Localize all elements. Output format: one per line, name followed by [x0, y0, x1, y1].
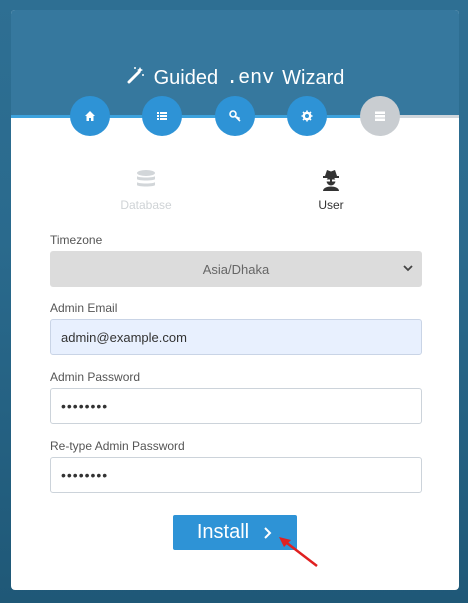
tab-user-label: User	[318, 198, 344, 212]
retype-password-value: ••••••••	[61, 467, 109, 483]
title-prefix: Guided	[153, 66, 219, 89]
annotation-arrow	[279, 537, 318, 567]
title-env: .env	[226, 66, 275, 90]
user-secret-icon	[323, 170, 339, 191]
admin-password-value: ••••••••	[61, 398, 109, 414]
gear-icon	[301, 110, 313, 122]
tab-database-label: Database	[120, 198, 172, 212]
timezone-select[interactable]: Asia/Dhaka	[50, 251, 422, 287]
timezone-label: Timezone	[50, 233, 103, 247]
step-key[interactable]	[215, 96, 255, 136]
admin-email-value: admin@example.com	[61, 329, 187, 345]
tab-database[interactable]: Database	[86, 168, 206, 212]
step-list[interactable]	[142, 96, 182, 136]
step-home[interactable]	[70, 96, 110, 136]
wizard-card: Guided .env Wizard Database User Timezon…	[11, 10, 459, 590]
chevron-right-icon	[264, 526, 272, 539]
retype-password-input[interactable]: ••••••••	[50, 457, 422, 493]
admin-email-input[interactable]: admin@example.com	[50, 319, 422, 355]
list-icon	[157, 112, 167, 120]
admin-password-input[interactable]: ••••••••	[50, 388, 422, 424]
key-icon	[229, 110, 241, 122]
retype-password-label: Re-type Admin Password	[50, 439, 185, 453]
home-icon	[85, 111, 95, 121]
tab-user[interactable]: User	[271, 168, 391, 212]
admin-password-label: Admin Password	[50, 370, 141, 384]
chevron-down-icon	[403, 265, 413, 272]
wizard-subtabs: Database User	[11, 168, 459, 218]
server-icon	[375, 111, 385, 121]
admin-email-label: Admin Email	[50, 301, 118, 315]
step-settings[interactable]	[287, 96, 327, 136]
magic-wand-icon	[126, 65, 146, 91]
timezone-value: Asia/Dhaka	[202, 261, 270, 277]
step-server[interactable]	[360, 96, 400, 136]
title-suffix: Wizard	[282, 66, 345, 89]
database-icon	[137, 170, 155, 187]
install-label: Install	[196, 521, 250, 543]
